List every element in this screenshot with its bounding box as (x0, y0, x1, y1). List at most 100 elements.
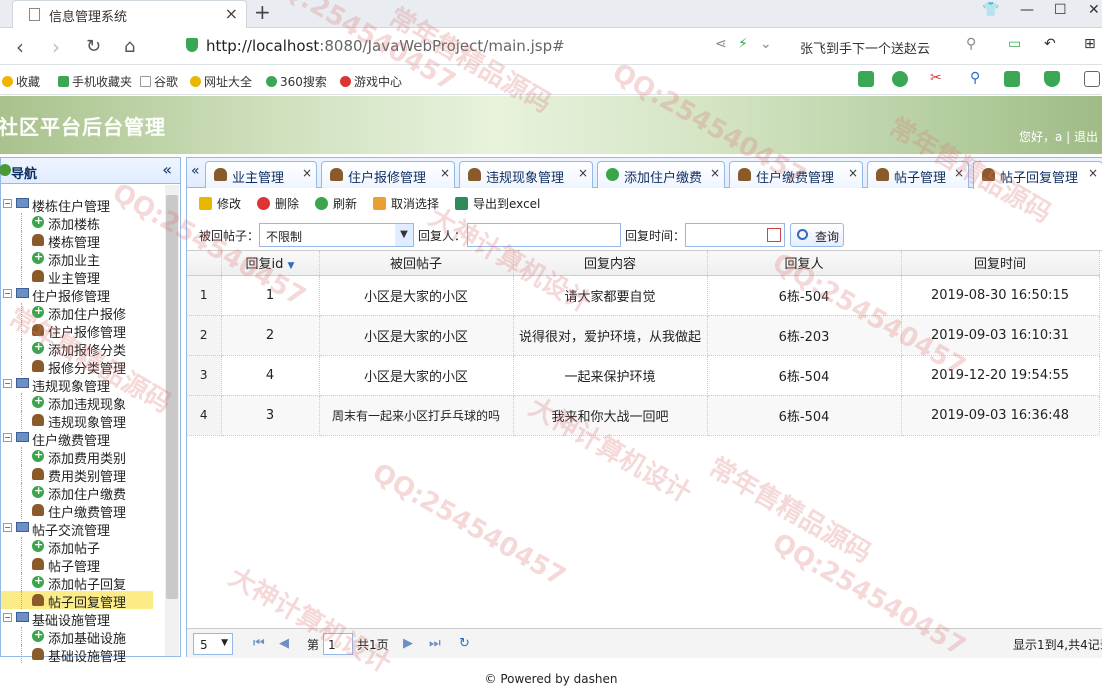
translate-extension-icon[interactable] (892, 71, 908, 87)
tree-item[interactable]: 添加报修分类 (1, 339, 166, 359)
cell-time[interactable]: 2019-12-20 19:54:55 (901, 355, 1100, 396)
tree-item[interactable]: 违规现象管理 (1, 411, 166, 431)
close-tab-icon[interactable]: × (225, 4, 238, 23)
cell-time[interactable]: 2019-09-03 16:10:31 (901, 315, 1100, 356)
close-icon[interactable]: × (954, 166, 964, 180)
tree-item[interactable]: 费用类别管理 (1, 465, 166, 485)
sort-desc-icon[interactable]: ▼ (288, 261, 295, 271)
bookmark-google[interactable]: 谷歌 (140, 73, 178, 90)
page-size-select[interactable]: 5 ▼ (193, 633, 233, 655)
cell-content[interactable]: 说得很对，爱护环境，从我做起 (513, 315, 708, 356)
bookmark-sites[interactable]: 网址大全 (190, 73, 252, 90)
undo-icon[interactable]: ↶ (1044, 36, 1056, 52)
page-number-input[interactable]: 1 (323, 633, 353, 655)
cell-post[interactable]: 小区是大家的小区 (319, 275, 514, 316)
battery-icon[interactable]: ▭ (1008, 36, 1021, 52)
cell-user[interactable]: 6栋-203 (707, 315, 902, 356)
search-icon[interactable]: ⚲ (966, 36, 976, 52)
cell-user[interactable]: 6栋-504 (707, 275, 902, 316)
tree-item[interactable]: 业主管理 (1, 267, 166, 287)
tree-item[interactable]: 添加帖子 (1, 537, 166, 557)
user-greeting[interactable]: 您好，a | 退出 (1019, 128, 1098, 145)
cell-post[interactable]: 小区是大家的小区 (319, 355, 514, 396)
refresh-button[interactable]: 刷新 (315, 195, 357, 212)
cell-id[interactable]: 1 (221, 275, 320, 316)
cell-post[interactable]: 小区是大家的小区 (319, 315, 514, 356)
collapse-icon[interactable]: « (162, 160, 172, 179)
search-hint[interactable]: 张飞到手下一个送赵云 (800, 38, 930, 57)
shirt-icon[interactable]: 👕 (982, 2, 999, 18)
tree-group[interactable]: − 住户报修管理 (1, 285, 166, 305)
tree-item[interactable]: 添加违规现象 (1, 393, 166, 413)
tree-group[interactable]: − 违规现象管理 (1, 375, 166, 395)
replier-input[interactable] (467, 223, 621, 247)
chevron-down-icon[interactable]: ▼ (221, 638, 228, 648)
tree-item[interactable]: 添加住户缴费 (1, 483, 166, 503)
cell-id[interactable]: 4 (221, 355, 320, 396)
cell-id[interactable]: 3 (221, 395, 320, 436)
tree-item[interactable]: 帖子回复管理 (1, 591, 153, 611)
tree-item[interactable]: 报修分类管理 (1, 357, 166, 377)
panel-tab[interactable]: 业主管理 × (205, 161, 317, 188)
panel-tab[interactable]: 帖子回复管理 × (973, 161, 1102, 189)
edit-button[interactable]: 修改 (199, 195, 241, 212)
forward-icon[interactable]: › (52, 35, 60, 59)
panel-tab[interactable]: 违规现象管理 × (459, 161, 593, 188)
cell-user[interactable]: 6栋-504 (707, 395, 902, 436)
table-row[interactable]: 2 2 小区是大家的小区 说得很对，爱护环境，从我做起 6栋-203 2019-… (187, 315, 1100, 356)
close-icon[interactable]: × (302, 166, 312, 180)
tree-item[interactable]: 添加住户报修 (1, 303, 166, 323)
panel-tab[interactable]: 住户缴费管理 × (729, 161, 863, 188)
tree-item[interactable]: 添加业主 (1, 249, 166, 269)
bookmark-360search[interactable]: 360搜索 (266, 73, 327, 90)
last-page-icon[interactable]: ⏭ (429, 636, 441, 651)
panel-tab[interactable]: 帖子管理 × (867, 161, 969, 188)
cell-content[interactable]: 我来和你大战一回吧 (513, 395, 708, 436)
post-filter-select[interactable]: 不限制 ▼ (259, 223, 414, 247)
home-icon[interactable]: ⌂ (124, 36, 135, 57)
export-excel-button[interactable]: 导出到excel (455, 195, 540, 212)
lightning-icon[interactable]: ⚡ (738, 36, 748, 52)
minimize-icon[interactable]: — (1020, 2, 1034, 18)
tree-item[interactable]: 楼栋管理 (1, 231, 166, 251)
panel-tab[interactable]: 添加住户缴费 × (597, 161, 725, 188)
browser-tab[interactable]: 信息管理系统 × (12, 0, 247, 28)
chevron-down-icon[interactable]: ⌄ (760, 36, 772, 52)
apps-grid-icon[interactable]: ⊞ (1084, 36, 1096, 52)
chevron-down-icon[interactable]: ▼ (395, 224, 413, 246)
table-row[interactable]: 1 1 小区是大家的小区 请大家都要自觉 6栋-504 2019-08-30 1… (187, 275, 1100, 316)
scissors-icon[interactable]: ✂ (930, 70, 946, 86)
magnifier-extension-icon[interactable]: ⚲ (970, 70, 986, 86)
cell-content[interactable]: 请大家都要自觉 (513, 275, 708, 316)
tree-item[interactable]: 添加楼栋 (1, 213, 166, 233)
tree-item[interactable]: 帖子管理 (1, 555, 166, 575)
security-shield-icon[interactable] (1044, 71, 1060, 87)
close-icon[interactable]: × (710, 166, 720, 180)
tree-group[interactable]: − 楼栋住户管理 (1, 195, 166, 215)
query-button[interactable]: 查询 (790, 223, 844, 247)
column-header-content[interactable]: 回复内容 (513, 251, 708, 276)
tree-item[interactable]: 住户报修管理 (1, 321, 166, 341)
cell-time[interactable]: 2019-09-03 16:36:48 (901, 395, 1100, 436)
refresh-icon[interactable]: ↻ (459, 636, 470, 651)
tree-item[interactable]: 添加费用类别 (1, 447, 166, 467)
sidebar-scrollbar[interactable] (165, 185, 179, 656)
collapse-toggle-icon[interactable]: − (3, 379, 12, 388)
collapse-toggle-icon[interactable]: − (3, 613, 12, 622)
column-header-id[interactable]: 回复id ▼ (221, 251, 320, 276)
calendar-icon[interactable] (767, 228, 781, 242)
share-icon[interactable]: ⋖ (715, 36, 727, 52)
collapse-toggle-icon[interactable]: − (3, 199, 12, 208)
cell-content[interactable]: 一起来保护环境 (513, 355, 708, 396)
prev-page-icon[interactable]: ◀ (279, 636, 289, 651)
reply-time-input[interactable] (685, 223, 785, 247)
table-row[interactable]: 3 4 小区是大家的小区 一起来保护环境 6栋-504 2019-12-20 1… (187, 355, 1100, 396)
column-header-post[interactable]: 被回帖子 (319, 251, 514, 276)
reload-icon[interactable]: ↻ (86, 36, 101, 57)
panel-tab[interactable]: 住户报修管理 × (321, 161, 455, 188)
next-page-icon[interactable]: ▶ (403, 636, 413, 651)
tree-item[interactable]: 住户缴费管理 (1, 501, 166, 521)
tree-item[interactable]: 添加帖子回复 (1, 573, 166, 593)
back-icon[interactable]: ‹ (16, 35, 24, 59)
tree-group[interactable]: − 帖子交流管理 (1, 519, 166, 539)
